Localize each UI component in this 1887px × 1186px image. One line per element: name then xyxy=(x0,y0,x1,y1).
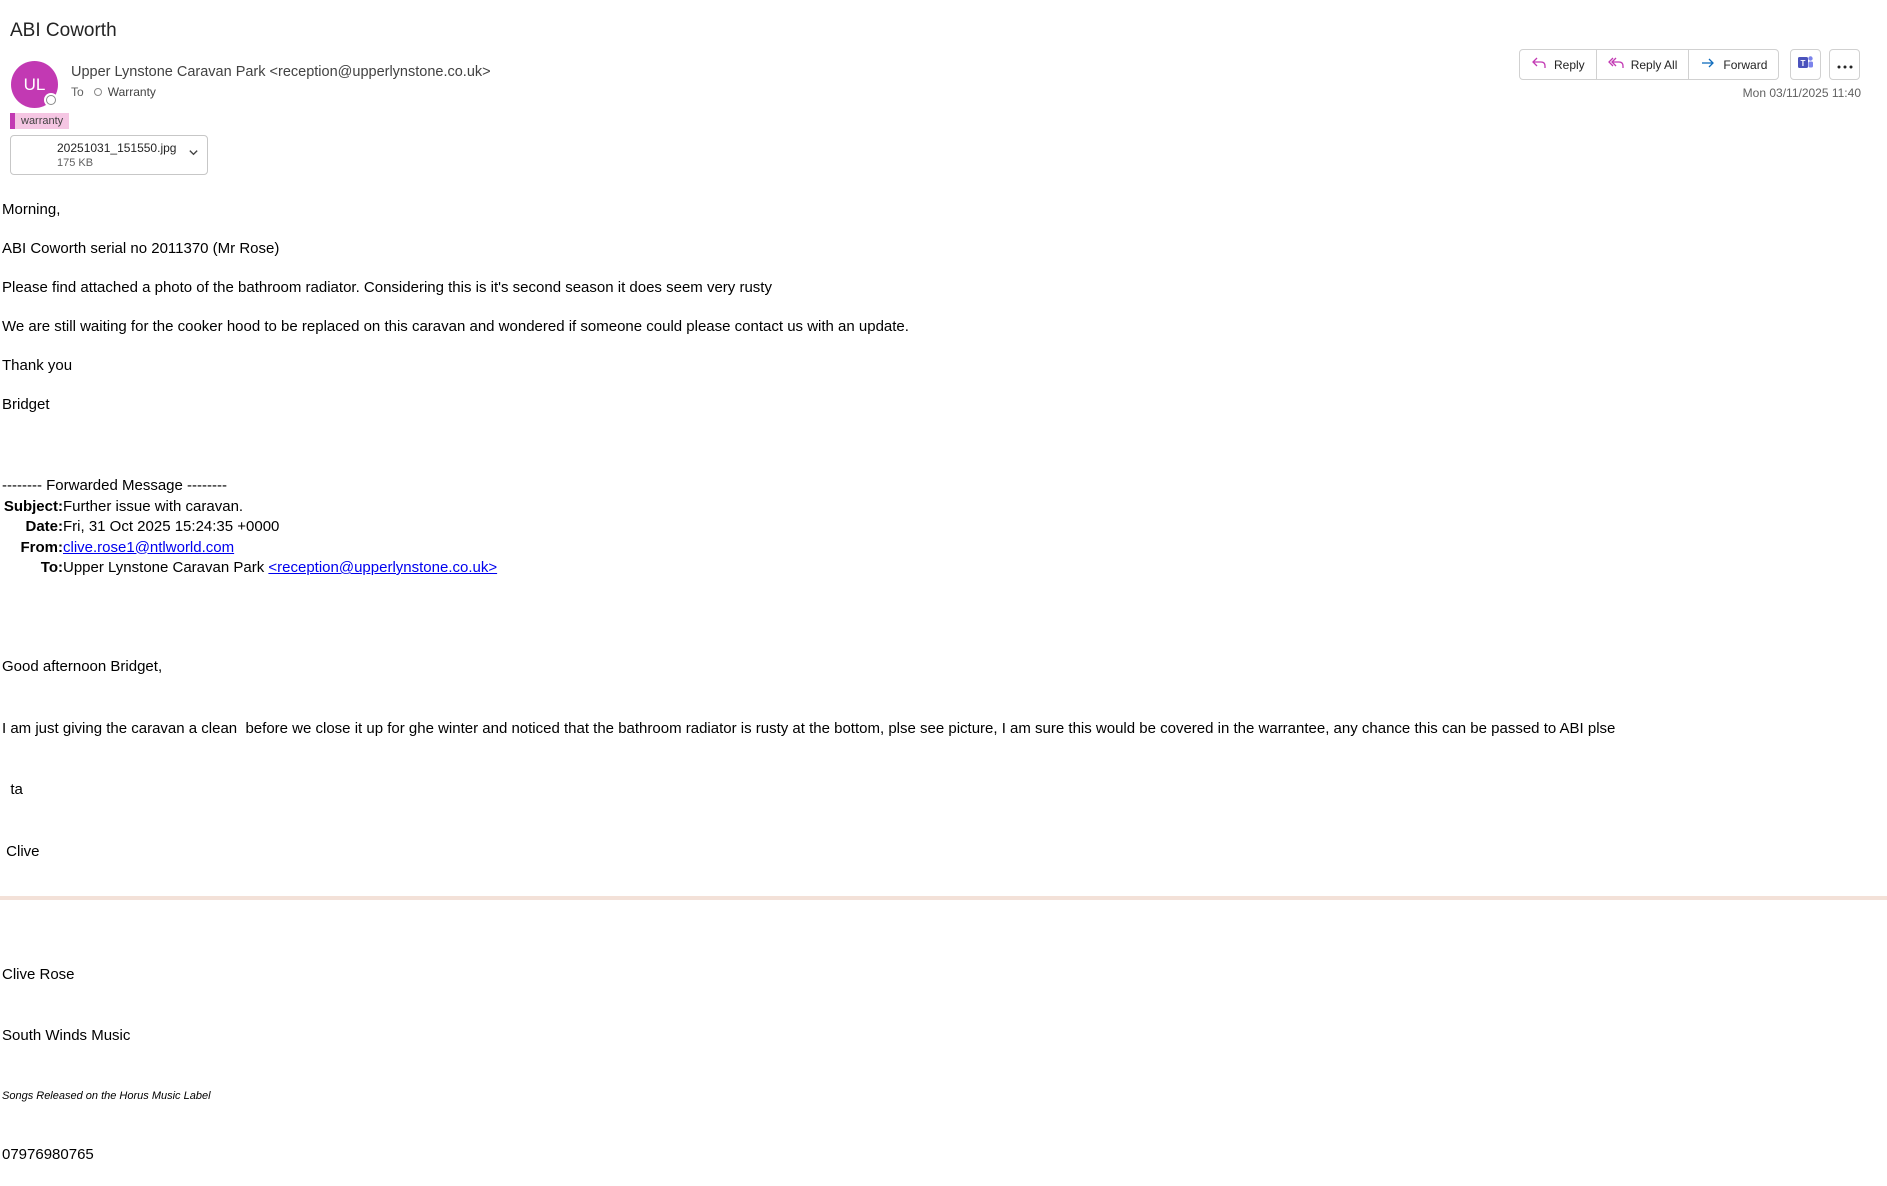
recipients-row: To Warranty xyxy=(71,85,156,99)
forwarded-subject-row: Subject: Further issue with caravan. xyxy=(2,497,497,518)
to-label: To xyxy=(71,85,84,99)
pane-bottom-border xyxy=(0,896,1887,900)
forwarded-to-link[interactable]: <reception@upperlynstone.co.uk> xyxy=(268,558,497,579)
more-actions-button[interactable] xyxy=(1829,49,1860,80)
body-greeting: Morning, xyxy=(2,201,61,218)
recipient-presence-icon xyxy=(93,88,102,96)
forward-arrow-icon xyxy=(1700,55,1716,74)
original-greeting: Good afternoon Bridget, xyxy=(2,658,163,675)
forwarded-from-label: From: xyxy=(20,538,64,556)
category-tag[interactable]: warranty xyxy=(10,113,70,129)
forward-label: Forward xyxy=(1723,57,1768,72)
forwarded-header-block: -------- Forwarded Message -------- Subj… xyxy=(2,476,497,579)
recipient-warranty[interactable]: Warranty xyxy=(108,85,156,99)
body-thanks: Thank you xyxy=(2,357,73,374)
signature-name: Clive Rose xyxy=(2,965,75,983)
forward-button[interactable]: Forward xyxy=(1689,50,1778,79)
body-paragraph-1: Please find attached a photo of the bath… xyxy=(2,279,772,296)
signature-phone: 07976980765 xyxy=(2,1145,94,1163)
sender-name[interactable]: Upper Lynstone Caravan Park <reception@u… xyxy=(71,64,491,80)
chevron-down-icon[interactable] xyxy=(188,147,199,161)
attachment-size: 175 KB xyxy=(57,157,94,169)
forwarded-subject-label: Subject: xyxy=(3,497,63,515)
reply-all-label: Reply All xyxy=(1630,57,1678,72)
message-body: Morning, ABI Coworth serial no 2011370 (… xyxy=(2,200,909,434)
message-actions: Reply Reply All Forward xyxy=(1519,49,1780,80)
forwarded-date-row: Date: Fri, 31 Oct 2025 15:24:35 +0000 xyxy=(2,517,497,538)
reply-all-button[interactable]: Reply All xyxy=(1597,50,1690,79)
reply-icon xyxy=(1531,55,1547,74)
body-signoff: Bridget xyxy=(2,396,50,413)
attachment-filename: 20251031_151550.jpg xyxy=(57,141,177,155)
original-line-2: ta xyxy=(2,781,23,798)
presence-status-icon xyxy=(46,95,56,105)
signature-tagline: Songs Released on the Horus Music Label xyxy=(2,1089,211,1102)
email-subject: ABI Coworth xyxy=(10,20,117,41)
original-line-1: I am just giving the caravan a clean bef… xyxy=(2,719,1616,737)
body-serial: ABI Coworth serial no 2011370 (Mr Rose) xyxy=(2,240,280,257)
teams-share-button[interactable]: T xyxy=(1790,49,1821,80)
original-message: Good afternoon Bridget, I am just giving… xyxy=(2,616,1615,1186)
svg-text:T: T xyxy=(1801,59,1806,68)
received-datetime: Mon 03/11/2025 11:40 xyxy=(1742,86,1861,100)
original-line-3: Clive xyxy=(2,842,40,860)
more-dots-icon xyxy=(1837,56,1853,74)
attachment-card[interactable]: 20251031_151550.jpg 175 KB xyxy=(10,135,208,175)
reply-button[interactable]: Reply xyxy=(1520,50,1597,79)
forwarded-date: Fri, 31 Oct 2025 15:24:35 +0000 xyxy=(63,518,280,535)
forwarded-date-label: Date: xyxy=(25,518,63,535)
body-paragraph-2: We are still waiting for the cooker hood… xyxy=(2,318,909,335)
forwarded-to-name: Upper Lynstone Caravan Park xyxy=(63,559,269,576)
forwarded-to-label: To: xyxy=(40,559,63,576)
forwarded-from-row: From: clive.rose1@ntlworld.com xyxy=(2,538,497,559)
signature-company: South Winds Music xyxy=(2,1027,131,1044)
forwarded-separator: -------- Forwarded Message -------- xyxy=(2,477,227,494)
forwarded-from-link[interactable]: clive.rose1@ntlworld.com xyxy=(63,538,234,559)
teams-icon: T xyxy=(1797,54,1814,76)
forwarded-to-row: To: Upper Lynstone Caravan Park <recepti… xyxy=(2,558,497,579)
reply-all-icon xyxy=(1607,55,1624,74)
reply-label: Reply xyxy=(1554,57,1585,72)
forwarded-subject: Further issue with caravan. xyxy=(63,497,244,515)
